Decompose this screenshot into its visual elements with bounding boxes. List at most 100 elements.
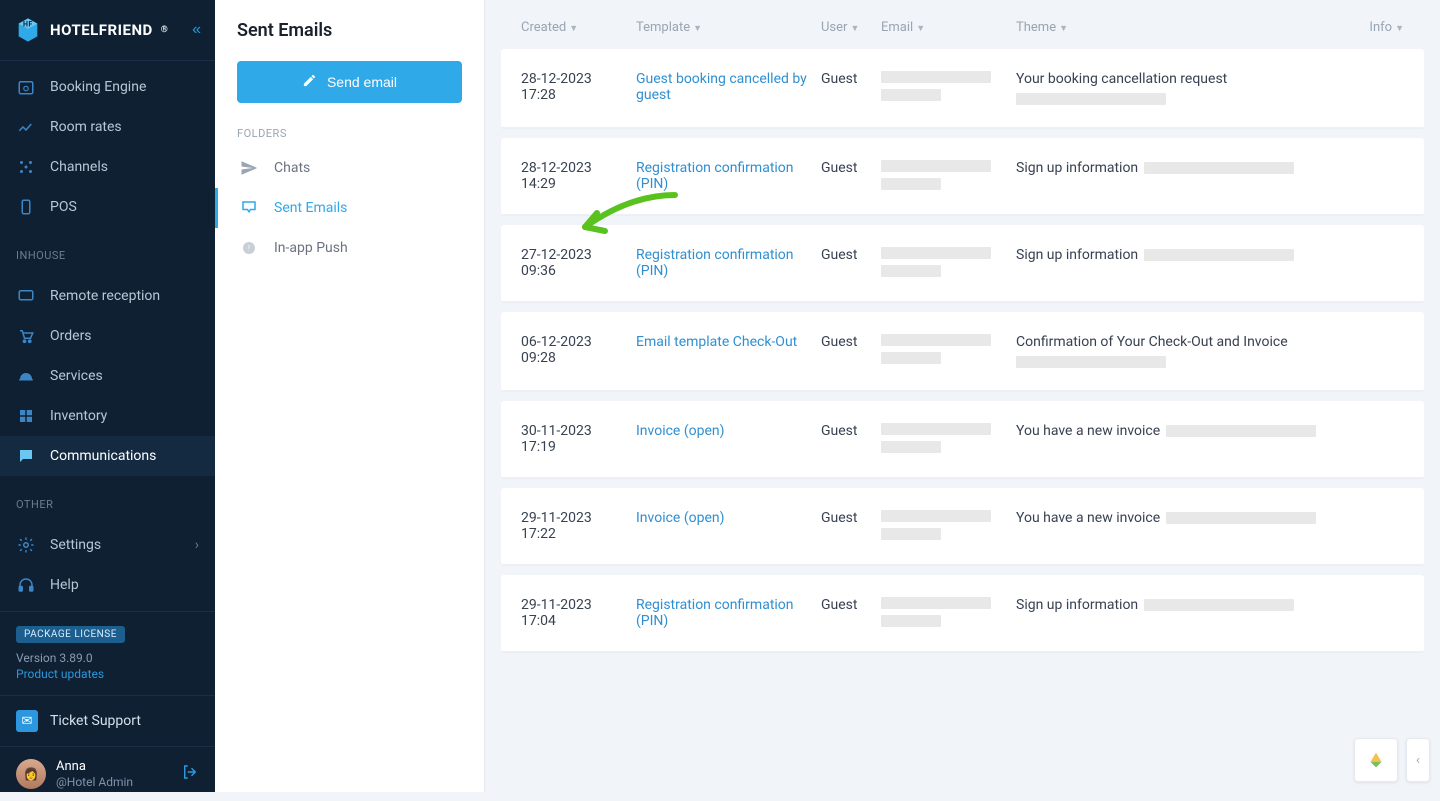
nav-room-rates[interactable]: Room rates	[0, 107, 215, 147]
bottom-widgets: ‹	[1354, 738, 1430, 782]
cell-user: Guest	[821, 160, 881, 176]
headset-icon	[16, 575, 36, 595]
logo[interactable]: HF HOTELFRIEND®	[14, 16, 168, 44]
redacted-text	[881, 528, 941, 540]
send-label: Send email	[327, 74, 397, 90]
nav-services[interactable]: Services	[0, 356, 215, 396]
template-link[interactable]: Invoice (open)	[636, 423, 725, 439]
template-link[interactable]: Registration confirmation (PIN)	[636, 597, 794, 629]
nav-label: Settings	[50, 537, 101, 553]
sidebar-footer: PACKAGE LICENSE Version 3.89.0 Product u…	[0, 611, 215, 695]
product-updates-link[interactable]: Product updates	[16, 667, 199, 681]
redacted-text	[1016, 356, 1166, 368]
template-link[interactable]: Invoice (open)	[636, 510, 725, 526]
nav-help[interactable]: Help	[0, 565, 215, 605]
ticket-support-button[interactable]: ✉ Ticket Support	[0, 695, 215, 746]
cell-template: Guest booking cancelled by guest	[636, 71, 821, 103]
group-inhouse: INHOUSE	[0, 233, 215, 270]
col-created[interactable]: Created▼	[521, 20, 636, 35]
cell-theme: Sign up information	[1016, 160, 1364, 176]
nav-inventory[interactable]: Inventory	[0, 396, 215, 436]
table-row[interactable]: 27-12-202309:36 Registration confirmatio…	[501, 225, 1424, 302]
table-row[interactable]: 06-12-202309:28 Email template Check-Out…	[501, 312, 1424, 391]
cell-template: Invoice (open)	[636, 510, 821, 526]
cell-user: Guest	[821, 597, 881, 613]
table-row[interactable]: 29-11-202317:22 Invoice (open) Guest You…	[501, 488, 1424, 565]
redacted-text	[881, 510, 991, 522]
cell-theme: You have a new invoice	[1016, 510, 1364, 526]
cube-icon: HF	[14, 16, 42, 44]
widget-logo-icon[interactable]	[1354, 738, 1398, 782]
send-email-button[interactable]: Send email	[237, 61, 462, 103]
calendar-gear-icon	[16, 77, 36, 97]
col-template[interactable]: Template▼	[636, 20, 821, 35]
cell-created: 06-12-202309:28	[521, 334, 636, 366]
folder-inapp-push[interactable]: ! In-app Push	[215, 228, 484, 268]
user-role: @Hotel Admin	[56, 775, 171, 789]
cell-email	[881, 510, 1016, 540]
template-link[interactable]: Email template Check-Out	[636, 334, 797, 350]
ticket-label: Ticket Support	[50, 713, 141, 729]
cell-template: Email template Check-Out	[636, 334, 821, 350]
redacted-text	[881, 178, 941, 190]
collapse-sidebar-button[interactable]: «	[192, 21, 201, 39]
nav-label: Inventory	[50, 408, 107, 424]
nav-booking-engine[interactable]: Booking Engine	[0, 67, 215, 107]
bell-badge-icon: !	[240, 239, 258, 257]
folders-column: Sent Emails Send email FOLDERS Chats Sen…	[215, 0, 485, 792]
paper-plane-icon	[240, 159, 258, 177]
redacted-text	[881, 247, 991, 259]
folders-label: FOLDERS	[215, 119, 484, 148]
sort-icon: ▼	[850, 24, 859, 34]
logout-icon[interactable]	[181, 763, 199, 785]
redacted-text	[881, 71, 991, 83]
chevron-double-left-icon: «	[192, 21, 201, 38]
svg-text:!: !	[248, 243, 250, 252]
template-link[interactable]: Guest booking cancelled by guest	[636, 71, 807, 103]
nav-label: Remote reception	[50, 288, 160, 304]
nav-orders[interactable]: Orders	[0, 316, 215, 356]
gear-icon	[16, 535, 36, 555]
cell-email	[881, 334, 1016, 364]
folder-chats[interactable]: Chats	[215, 148, 484, 188]
col-info[interactable]: Info▼	[1364, 20, 1404, 35]
nav-pos[interactable]: POS	[0, 187, 215, 227]
cell-theme: You have a new invoice	[1016, 423, 1364, 439]
template-link[interactable]: Registration confirmation (PIN)	[636, 247, 794, 279]
widget-collapse-button[interactable]: ‹	[1406, 738, 1430, 782]
cell-created: 29-11-202317:04	[521, 597, 636, 629]
chart-line-icon	[16, 117, 36, 137]
nav-channels[interactable]: Channels	[0, 147, 215, 187]
table-row[interactable]: 28-12-202314:29 Registration confirmatio…	[501, 138, 1424, 215]
nav-label: Booking Engine	[50, 79, 146, 95]
version-label: Version 3.89.0	[16, 651, 199, 665]
cell-created: 28-12-202314:29	[521, 160, 636, 192]
sort-icon: ▼	[1395, 24, 1404, 34]
col-theme[interactable]: Theme▼	[1016, 20, 1364, 35]
cell-created: 29-11-202317:22	[521, 510, 636, 542]
folder-label: Sent Emails	[274, 200, 347, 216]
svg-text:HF: HF	[23, 21, 33, 29]
sidebar-header: HF HOTELFRIEND® «	[0, 0, 215, 61]
nav-label: Services	[50, 368, 103, 384]
nav-settings[interactable]: Settings ›	[0, 525, 215, 565]
nav-remote-reception[interactable]: Remote reception	[0, 276, 215, 316]
cart-icon	[16, 326, 36, 346]
cell-user: Guest	[821, 423, 881, 439]
cell-template: Registration confirmation (PIN)	[636, 247, 821, 279]
nav-communications[interactable]: Communications	[0, 436, 215, 476]
col-user[interactable]: User▼	[821, 20, 881, 35]
table-row[interactable]: 29-11-202317:04 Registration confirmatio…	[501, 575, 1424, 652]
main-content: Created▼ Template▼ User▼ Email▼ Theme▼ I…	[485, 0, 1440, 792]
folder-sent-emails[interactable]: Sent Emails	[215, 188, 484, 228]
redacted-text	[881, 160, 991, 172]
col-email[interactable]: Email▼	[881, 20, 1016, 35]
table-row[interactable]: 28-12-202317:28 Guest booking cancelled …	[501, 49, 1424, 128]
table-row[interactable]: 30-11-202317:19 Invoice (open) Guest You…	[501, 401, 1424, 478]
group-other: OTHER	[0, 482, 215, 519]
avatar[interactable]: 👩	[16, 759, 46, 789]
cell-user: Guest	[821, 334, 881, 350]
cell-email	[881, 423, 1016, 453]
brand-label: HOTELFRIEND	[50, 21, 153, 39]
template-link[interactable]: Registration confirmation (PIN)	[636, 160, 794, 192]
